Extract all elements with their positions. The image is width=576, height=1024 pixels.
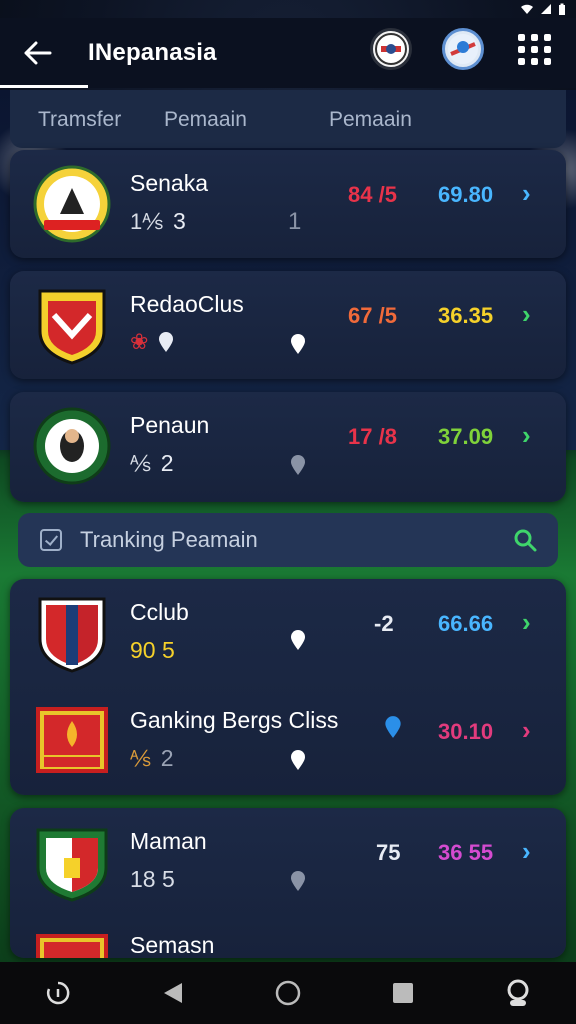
system-nav-bar <box>0 962 576 1024</box>
club-stat-a: 67 /5 <box>348 303 397 328</box>
apps-grid-icon[interactable] <box>514 28 556 70</box>
club-sub: 1⅍ 3 <box>130 208 186 235</box>
location-pin-icon <box>291 630 305 650</box>
club-sub: ❀ <box>130 329 174 355</box>
chevron-right-icon[interactable]: › <box>522 420 531 451</box>
location-pin-icon <box>291 334 305 354</box>
club-sub-value: 18 5 <box>130 866 175 892</box>
back-button[interactable] <box>18 33 58 73</box>
club-sub-value: 3 <box>172 208 186 234</box>
club-sub-value: 2 <box>160 450 174 476</box>
player-icon: 1⅍ <box>130 208 163 234</box>
tab-transfer[interactable]: Tramsfer <box>38 108 121 132</box>
club-sub: 90 5 <box>130 637 175 664</box>
home-circle-icon <box>275 980 301 1006</box>
ranking-search-bar[interactable]: Tranking Peamain <box>18 513 558 567</box>
club-row[interactable]: Maman 18 5 75 36 55 › <box>10 808 566 918</box>
club-row[interactable]: RedaoClus ❀ 67 /5 36.35 › <box>10 271 566 381</box>
club-card: Cclub 90 5 -2 66.66 › Ganking Bergs Clis… <box>10 579 566 795</box>
club-row[interactable]: Ganking Bergs Cliss ⅍ 2 30.10 › <box>10 687 566 797</box>
chevron-right-icon[interactable]: › <box>522 299 531 330</box>
club-name: Ganking Bergs Cliss <box>130 707 339 733</box>
back-triangle-icon <box>163 983 182 1003</box>
main-content: Tramsfer Pemaain Pemaain Senaka 1⅍ 3 1 8… <box>10 90 566 958</box>
active-indicator <box>0 85 88 88</box>
app-header: INepanasia <box>0 18 576 88</box>
profile-icon <box>507 979 529 1006</box>
club-row[interactable]: Senaka 1⅍ 3 1 84 /5 69.80 › <box>10 150 566 260</box>
club-sub: 18 5 <box>130 866 175 893</box>
club-badge-icon[interactable] <box>370 28 412 70</box>
club-card: Maman 18 5 75 36 55 › Semasn <box>10 808 566 958</box>
chevron-right-icon[interactable]: › <box>522 178 531 209</box>
club-stat-b: 30.10 <box>438 719 494 744</box>
club-sub-value: 90 5 <box>130 637 175 663</box>
battery-icon <box>559 3 565 15</box>
league-badge-icon[interactable] <box>442 28 484 70</box>
club-crest-icon <box>32 285 112 365</box>
club-crest-icon <box>32 822 112 902</box>
arrow-left-icon <box>24 41 52 65</box>
signal-icon <box>541 4 551 14</box>
club-name: Maman <box>130 828 207 854</box>
club-row[interactable]: Penaun ⅍ 2 17 /8 37.09 › <box>10 392 566 502</box>
club-crest-icon <box>32 593 112 673</box>
club-card: Senaka 1⅍ 3 1 84 /5 69.80 › <box>10 150 566 258</box>
ranking-label: Tranking Peamain <box>80 527 258 552</box>
recents-square-icon <box>393 983 414 1003</box>
chevron-right-icon[interactable]: › <box>522 607 531 638</box>
location-pin-blue-icon <box>385 716 401 738</box>
tab-pemain[interactable]: Pemaain <box>164 108 247 132</box>
club-sub-value: 2 <box>160 745 174 771</box>
club-crest-icon <box>32 701 112 781</box>
club-stat-b: 36 55 <box>438 840 494 865</box>
club-card: Penaun ⅍ 2 17 /8 37.09 › <box>10 392 566 502</box>
tab-bar: Tramsfer Pemaain Pemaain <box>10 90 566 148</box>
club-stat-b: 69.80 <box>438 182 494 207</box>
club-mid-value: 1 <box>288 208 302 235</box>
flower-icon: ❀ <box>130 329 149 354</box>
club-name: Senaka <box>130 170 209 196</box>
club-sub: ⅍ 2 <box>130 745 174 772</box>
home-nav-button[interactable] <box>268 973 308 1013</box>
club-stat-a: 17 /8 <box>348 424 397 449</box>
status-bar <box>0 0 576 18</box>
assistant-button[interactable] <box>38 973 78 1013</box>
player-icon: ⅍ <box>130 450 151 476</box>
club-stat-b: 66.66 <box>438 611 494 636</box>
checkbox-icon[interactable] <box>40 529 62 551</box>
back-nav-button[interactable] <box>153 973 193 1013</box>
club-name: Penaun <box>130 412 210 438</box>
player-icon: ⅍ <box>130 745 151 771</box>
tab-pemain-2[interactable]: Pemaain <box>329 108 412 132</box>
club-name: Semasn <box>130 932 215 958</box>
page-title: INepanasia <box>88 39 217 66</box>
wifi-icon <box>521 4 533 14</box>
club-crest-icon <box>32 928 112 958</box>
club-stat-b: 37.09 <box>438 424 494 449</box>
chevron-right-icon[interactable]: › <box>522 836 531 867</box>
club-name: RedaoClus <box>130 291 244 317</box>
club-crest-icon <box>32 164 112 244</box>
club-crest-icon <box>32 406 112 486</box>
search-icon[interactable] <box>512 527 538 553</box>
club-stat-a: 84 /5 <box>348 182 428 208</box>
club-sub: ⅍ 2 <box>130 450 174 477</box>
recents-nav-button[interactable] <box>383 973 423 1013</box>
location-pin-icon <box>291 750 305 770</box>
assistant-icon <box>46 981 69 1005</box>
club-row[interactable]: Cclub 90 5 -2 66.66 › <box>10 579 566 689</box>
location-pin-icon <box>291 455 305 475</box>
club-card: RedaoClus ❀ 67 /5 36.35 › <box>10 271 566 379</box>
chevron-right-icon[interactable]: › <box>522 715 531 746</box>
club-name: Cclub <box>130 599 189 625</box>
profile-nav-button[interactable] <box>498 973 538 1013</box>
club-row[interactable]: Semasn <box>10 918 566 958</box>
club-stat-a-text: 84 /5 <box>348 182 397 207</box>
location-pin-icon <box>291 871 305 891</box>
location-pin-icon <box>159 332 174 352</box>
club-stat-b: 36.35 <box>438 303 494 328</box>
